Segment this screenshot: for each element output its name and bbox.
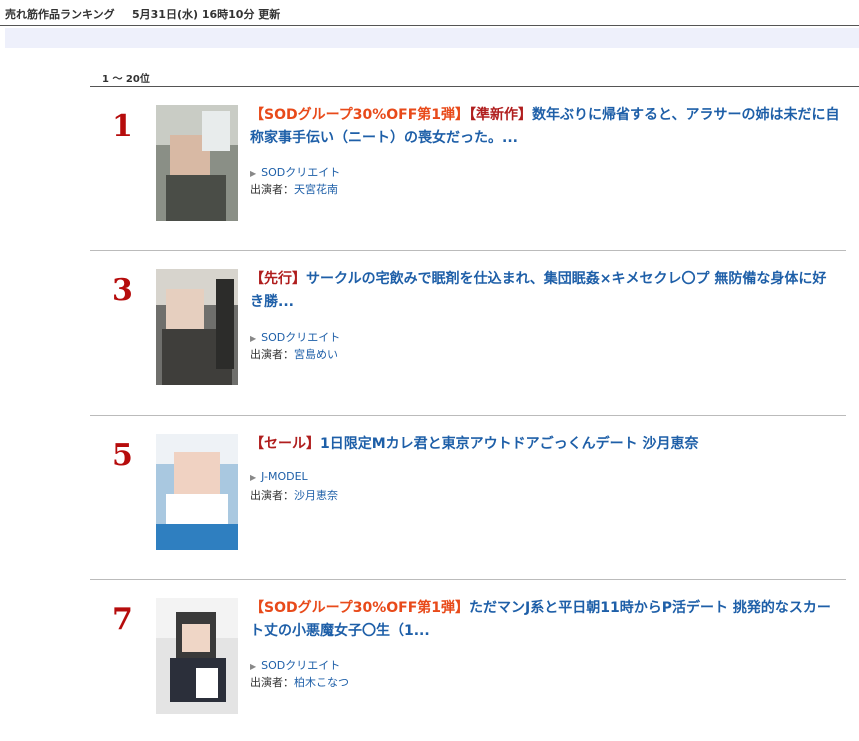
page-title: 売れ筋作品ランキング [5,8,115,21]
actor-row: 出演者：天宮花南 [250,181,338,197]
actor-prefix: 出演者： [250,348,294,361]
product-thumbnail[interactable] [156,269,238,385]
product-thumbnail[interactable] [156,598,238,714]
actor-row: 出演者：柏木こなつ [250,674,349,690]
maker-name: SODクリエイト [261,331,341,344]
product-thumbnail[interactable] [156,434,238,550]
actor-prefix: 出演者： [250,676,294,689]
status-tag: 【準新作】 [469,107,533,123]
sale-tag: 【セール】 [250,436,320,452]
product-title-link[interactable]: 【SODグループ30%OFF第1弾】【準新作】数年ぶりに帰省すると、アラサーの姉… [250,104,840,150]
maker-link[interactable]: ▶ J-MODEL [250,470,308,483]
item-divider [90,415,846,416]
item-divider [90,250,846,251]
updated-timestamp: 5月31日(水) 16時10分 更新 [132,8,281,21]
product-title-link[interactable]: 【SODグループ30%OFF第1弾】ただマンJ系と平日朝11時からP活デート 挑… [250,597,840,643]
actor-row: 出演者：宮島めい [250,346,338,362]
actor-prefix: 出演者： [250,489,294,502]
sale-tag: 【先行】 [250,271,306,287]
actor-prefix: 出演者： [250,183,294,196]
sale-tag: 【SODグループ30%OFF第1弾】 [250,600,470,616]
rank-number: 1 [112,109,133,144]
product-title: サークルの宅飲みで眠剤を仕込まれ、集団眠姦×キメセクレ〇プ 無防備な身体に好き勝… [250,271,827,310]
triangle-right-icon: ▶ [250,169,257,178]
maker-link[interactable]: ▶ SODクリエイト [250,657,340,673]
product-title: 1日限定Mカレ君と東京アウトドアごっくんデート 沙月恵奈 [320,436,699,452]
header-band [5,28,859,48]
range-divider [90,86,859,87]
actor-link[interactable]: 柏木こなつ [294,676,349,689]
page-header: 売れ筋作品ランキング 5月31日(水) 16時10分 更新 [0,0,859,26]
product-title-link[interactable]: 【セール】1日限定Mカレ君と東京アウトドアごっくんデート 沙月恵奈 [250,433,840,456]
maker-name: SODクリエイト [261,659,341,672]
rank-number: 3 [112,273,133,308]
item-divider [90,579,846,580]
rank-range-label: 1 〜 20位 [102,74,150,85]
rank-number: 5 [112,438,133,473]
maker-link[interactable]: ▶ SODクリエイト [250,164,340,180]
rank-number: 7 [112,602,133,637]
sale-tag: 【SODグループ30%OFF第1弾】 [250,107,470,123]
actor-row: 出演者：沙月恵奈 [250,487,338,503]
triangle-right-icon: ▶ [250,334,257,343]
maker-link[interactable]: ▶ SODクリエイト [250,329,340,345]
actor-link[interactable]: 宮島めい [294,348,338,361]
actor-link[interactable]: 天宮花南 [294,183,338,196]
actor-link[interactable]: 沙月恵奈 [294,489,338,502]
maker-name: SODクリエイト [261,166,341,179]
product-title-link[interactable]: 【先行】サークルの宅飲みで眠剤を仕込まれ、集団眠姦×キメセクレ〇プ 無防備な身体… [250,268,840,314]
maker-name: J-MODEL [261,470,308,483]
product-thumbnail[interactable] [156,105,238,221]
triangle-right-icon: ▶ [250,473,257,482]
triangle-right-icon: ▶ [250,662,257,671]
